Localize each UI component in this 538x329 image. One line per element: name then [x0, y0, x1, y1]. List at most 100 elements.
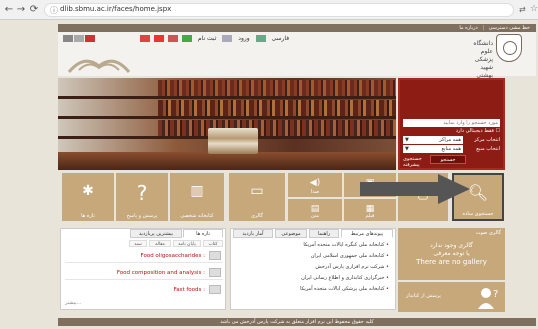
gallery-empty-message-fa: گالری وجود ندارد: [430, 242, 473, 249]
related-link[interactable]: کتابخانه ملی پزشکی ایالات متحده آمریکا •: [300, 286, 389, 292]
tab-help[interactable]: راهنما: [309, 229, 339, 238]
decorative-vine-icon: [67, 59, 131, 73]
language-fa-link[interactable]: فارسی: [271, 35, 289, 42]
top-bar: خط مشی دسترسی | درباره ما: [58, 24, 536, 32]
search-input[interactable]: مورد جستجو را وارد نمایید: [403, 119, 500, 127]
bullet-icon: •: [386, 286, 389, 292]
center-select[interactable]: ▼ همه مراکز: [403, 136, 463, 144]
tile-gallery[interactable]: ▭ گالری: [229, 173, 285, 221]
digital-only-label: فقط دیجیتالی دارد: [455, 128, 494, 134]
news-panel: تازه ها بیشترین پربازدید کتاب پایان نامه…: [60, 228, 226, 310]
subtab-thesis[interactable]: پایان نامه: [173, 240, 201, 247]
svg-text:?: ?: [493, 289, 498, 300]
dropdown-arrow-icon: ▼: [405, 137, 409, 143]
books-icon: ▥: [190, 183, 204, 199]
theme-silver-icon[interactable]: [74, 35, 84, 42]
user-toolbar: فارسی ورود ثبت نام: [136, 34, 289, 44]
tab-related-links[interactable]: پیوندهای مرتبط: [341, 229, 393, 238]
source-select[interactable]: ▼ همه منابع: [403, 145, 463, 153]
theme-red-icon[interactable]: [85, 35, 95, 42]
tile-audio[interactable]: ◀) صدا: [288, 173, 342, 197]
question-icon: ?: [136, 181, 148, 205]
login-link[interactable]: ورود: [238, 35, 249, 42]
tab-subject[interactable]: موضوعی: [275, 229, 307, 238]
center-select-value: همه مراکز: [439, 137, 461, 143]
url-text[interactable]: dlib.sbmu.ac.ir/faces/home.jspx: [60, 5, 171, 13]
gallery-empty-message-en: There are no gallery: [416, 258, 487, 266]
color-theme-bar: [62, 34, 95, 44]
bullet-icon: •: [386, 275, 389, 281]
register-link[interactable]: ثبت نام: [198, 35, 217, 42]
advanced-search-link[interactable]: جستجوی پیشرفته: [403, 156, 429, 168]
university-name: دانشگاه علوم پزشکی شهید بهشتی: [473, 40, 493, 79]
university-logo-icon: [496, 34, 522, 62]
news-item-link[interactable]: Food composition and analysis :: [117, 270, 205, 276]
flag-fr-icon[interactable]: [168, 35, 178, 42]
topbar-link-access-policy[interactable]: خط مشی دسترسی: [489, 25, 530, 31]
flag-ir-icon[interactable]: [182, 35, 192, 42]
ask-librarian-box[interactable]: پرسش از کتابدار ?: [398, 282, 505, 312]
book-cover-icon: [209, 251, 221, 260]
related-link-text: کتابخانه ملی پزشکی ایالات متحده آمریکا: [300, 286, 385, 292]
footer: کلیه حقوق محفوظ این نرم افزار متعلق به ش…: [58, 318, 536, 326]
tile-faq[interactable]: ? پرسش و پاسخ: [116, 173, 168, 221]
related-links-panel: پیوندهای مرتبط راهنما موضوعی آمار بازدید…: [230, 228, 396, 310]
info-icon[interactable]: ⓘ: [50, 5, 58, 16]
tile-personal-library[interactable]: ▥ کتابخانه شخصی: [170, 173, 224, 221]
tile-personal-library-label: کتابخانه شخصی: [180, 213, 214, 219]
person-question-icon: ?: [478, 288, 498, 309]
book-cover-icon: [209, 285, 221, 294]
subtab-article[interactable]: مقاله: [149, 240, 171, 247]
related-link-text: کتابخانه ملی کنگره ایالات متحده آمریکا: [303, 242, 385, 248]
related-link[interactable]: کتابخانه ملی جمهوری اسلامی ایران •: [311, 253, 389, 259]
back-icon[interactable]: ←: [3, 4, 15, 16]
search-button[interactable]: جستجو: [430, 155, 466, 164]
tile-simple-search-label: جستجوی ساده: [462, 211, 494, 217]
reload-icon[interactable]: ⟳: [28, 4, 40, 16]
pointer-arrow-icon: [360, 174, 470, 204]
hero-banner-library-image: [58, 78, 396, 170]
translate-icon[interactable]: ⇄: [519, 5, 526, 14]
more-link[interactable]: بیشتر...: [65, 300, 81, 306]
digital-only-checkbox-row[interactable]: فقط دیجیتالی دارد ☐: [403, 127, 500, 136]
tile-audio-label: صدا: [310, 189, 320, 195]
flag-ar-icon[interactable]: [154, 35, 164, 42]
tab-visit-stats[interactable]: آمار بازدید: [233, 229, 273, 238]
register-icon: [222, 35, 233, 42]
forward-icon[interactable]: →: [15, 4, 27, 16]
theme-gray-icon[interactable]: [63, 35, 73, 42]
search-panel: مورد جستجو را وارد نمایید فقط دیجیتالی د…: [398, 78, 505, 170]
subtab-document[interactable]: سند: [129, 240, 147, 247]
related-link-text: خبرگزاری کتابداری و اطلاع رسانی ایران: [301, 275, 385, 281]
divider: [65, 279, 223, 280]
speaker-icon: ◀): [309, 178, 321, 188]
news-item-link[interactable]: Food oligosaccharides :: [141, 253, 206, 259]
tile-gallery-label: گالری: [250, 213, 264, 219]
news-item-link[interactable]: Fast foods :: [174, 287, 205, 293]
subtab-book[interactable]: کتاب: [203, 240, 223, 247]
bookmark-star-icon[interactable]: ☆: [530, 4, 538, 14]
related-link[interactable]: شرکت نرم افزاری پارس آذرخش •: [315, 264, 389, 270]
tile-news[interactable]: ✱ تازه ها: [62, 173, 114, 221]
star-doc-icon: ✱: [82, 183, 94, 199]
tile-news-label: تازه ها: [81, 213, 95, 219]
left-gutter: [2, 22, 58, 329]
dropdown-arrow-icon: ▼: [405, 146, 409, 152]
related-link[interactable]: کتابخانه ملی کنگره ایالات متحده آمریکا •: [303, 242, 389, 248]
source-select-value: همه منابع: [441, 146, 461, 152]
tile-film-label: فیلم: [365, 213, 375, 219]
tile-faq-label: پرسش و پاسخ: [126, 213, 158, 219]
related-link-text: کتابخانه ملی جمهوری اسلامی ایران: [310, 253, 385, 259]
tile-text-label: متن: [311, 213, 319, 219]
tab-news[interactable]: تازه ها: [183, 229, 223, 238]
gallery-empty-message-fa2: یا توجه معرفی: [433, 250, 470, 257]
login-icon: [255, 35, 266, 42]
topbar-link-about[interactable]: درباره ما: [459, 25, 477, 31]
related-link[interactable]: خبرگزاری کتابداری و اطلاع رسانی ایران •: [301, 275, 389, 281]
monitor-icon: ▭: [250, 183, 264, 199]
tab-most-viewed[interactable]: بیشترین پربازدید: [130, 229, 182, 238]
tile-text[interactable]: ▤ متن: [288, 199, 342, 221]
ask-librarian-label: پرسش از کتابدار: [406, 293, 441, 299]
gallery-title: گالری صوت: [475, 230, 501, 236]
flag-en-icon[interactable]: [140, 35, 150, 42]
